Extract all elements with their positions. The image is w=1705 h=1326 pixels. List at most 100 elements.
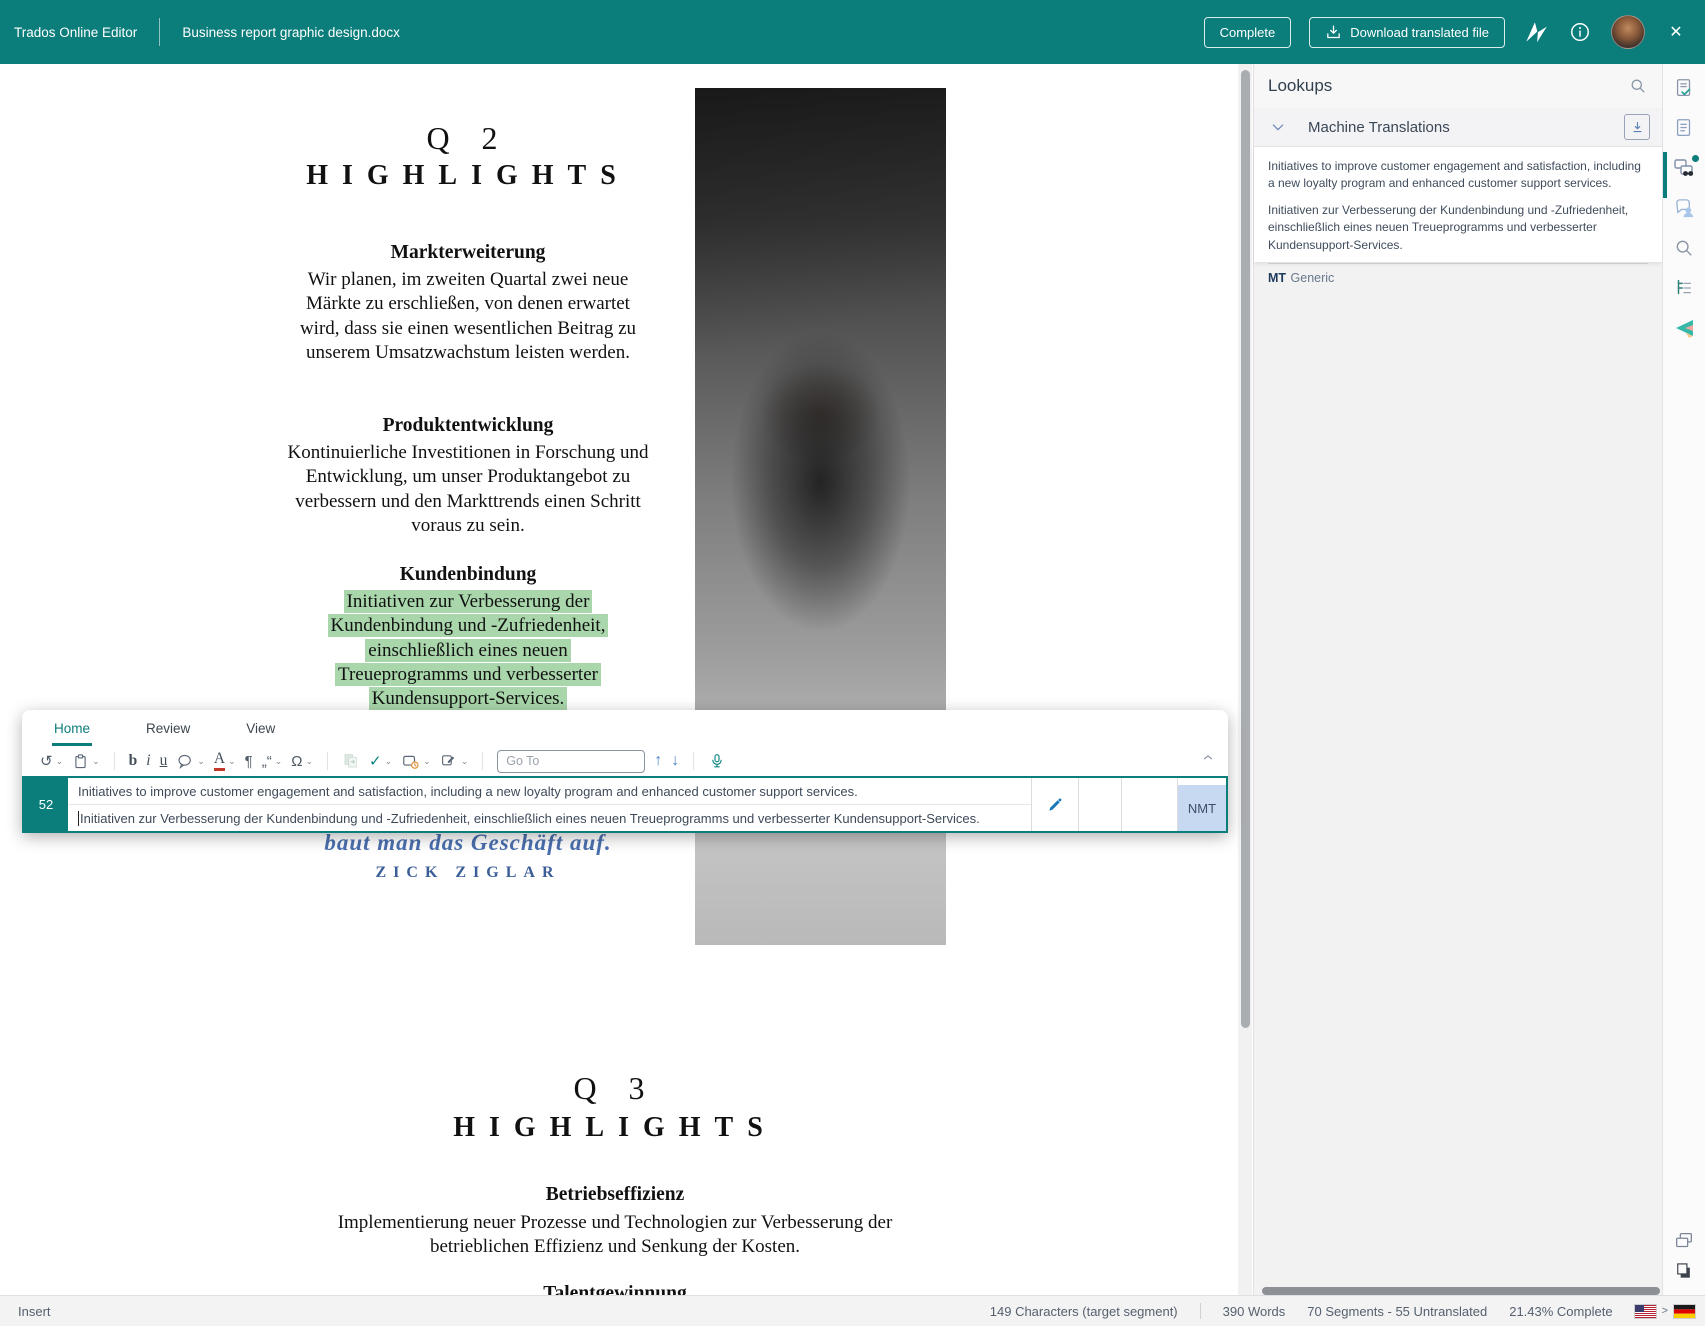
q2-section-3-heading: Kundenbindung bbox=[286, 564, 650, 586]
segment-status-dropdown-caret[interactable]: ⌄ bbox=[423, 757, 431, 766]
comment-button[interactable]: ⌄ bbox=[176, 752, 205, 770]
undo-button[interactable]: ↺ ⌄ bbox=[40, 754, 63, 769]
segment-origin-cell: NMT bbox=[1178, 778, 1226, 831]
lookups-machine-translation-icon[interactable] bbox=[1663, 148, 1705, 188]
segment-status-icon bbox=[401, 752, 420, 771]
special-character-button[interactable]: Ω ⌄ bbox=[291, 754, 313, 769]
notification-dot bbox=[1692, 155, 1699, 162]
character-count: 149 Characters (target segment) bbox=[990, 1304, 1178, 1319]
q2-title: HIGHLIGHTS bbox=[286, 160, 650, 192]
complete-button[interactable]: Complete bbox=[1204, 17, 1292, 48]
segment-editor-panel: Home Review View ↺ ⌄ ⌄ b i u ⌄ bbox=[22, 710, 1228, 833]
q3-title: HIGHLIGHTS bbox=[295, 1112, 935, 1144]
toolbar-separator bbox=[693, 752, 694, 770]
q3-section-1-heading: Betriebseffizienz bbox=[295, 1184, 935, 1206]
q2-section-2-body: Kontinuierliche Investitionen in Forschu… bbox=[286, 441, 650, 538]
underline-button[interactable]: u bbox=[160, 753, 168, 769]
segment-source-text[interactable]: Initiatives to improve customer engageme… bbox=[68, 778, 1031, 805]
tab-review[interactable]: Review bbox=[144, 713, 192, 746]
segment-status-button[interactable]: ⌄ bbox=[401, 752, 431, 771]
paste-dropdown-caret[interactable]: ⌄ bbox=[92, 757, 100, 766]
word-count: 390 Words bbox=[1223, 1304, 1286, 1319]
machine-translations-title: Machine Translations bbox=[1308, 119, 1624, 136]
tab-view[interactable]: View bbox=[244, 713, 277, 746]
document-scrollbar-thumb[interactable] bbox=[1241, 70, 1250, 1028]
special-quotes-button[interactable]: „“ ⌄ bbox=[262, 754, 283, 769]
q2-section-2-heading: Produktentwicklung bbox=[286, 415, 650, 437]
segment-comment-cell bbox=[1122, 778, 1178, 831]
right-icon-rail bbox=[1662, 64, 1705, 1295]
italic-button[interactable]: i bbox=[146, 753, 150, 769]
paste-button[interactable]: ⌄ bbox=[72, 753, 100, 770]
user-avatar[interactable] bbox=[1611, 15, 1645, 49]
copy-source-to-target-button[interactable] bbox=[342, 752, 360, 770]
confirm-segment-button[interactable]: ✓ ⌄ bbox=[369, 752, 392, 770]
special-character-dropdown-caret[interactable]: ⌄ bbox=[305, 757, 313, 766]
app-title: Trados Online Editor bbox=[14, 25, 137, 40]
advanced-search-icon[interactable] bbox=[1663, 228, 1705, 268]
text-color-button[interactable]: A ⌄ bbox=[214, 751, 236, 771]
q2-section-3-body: Initiativen zur Verbesserung der Kundenb… bbox=[286, 590, 650, 712]
whats-new-icon[interactable] bbox=[1523, 19, 1549, 45]
ribbon-tabs: Home Review View bbox=[22, 710, 1228, 746]
track-changes-button[interactable]: ⌄ bbox=[440, 752, 469, 770]
chevron-down-icon[interactable] bbox=[1270, 119, 1286, 135]
formatting-marks-button[interactable]: ¶ bbox=[245, 754, 253, 769]
lookups-title: Lookups bbox=[1268, 76, 1332, 96]
lookups-search-icon[interactable] bbox=[1628, 76, 1648, 96]
toolbar-separator bbox=[327, 752, 328, 770]
segment-origin-badge: NMT bbox=[1178, 785, 1226, 831]
target-language-flag-de bbox=[1674, 1305, 1695, 1318]
active-segment-highlight[interactable]: Initiativen zur Verbesserung der Kundenb… bbox=[328, 590, 609, 710]
mt-provider-abbr: MT bbox=[1268, 271, 1286, 285]
segment-status-cell bbox=[1079, 778, 1122, 831]
comment-dropdown-caret[interactable]: ⌄ bbox=[197, 757, 205, 766]
comments-icon[interactable] bbox=[1663, 188, 1705, 228]
collapse-toolbar-icon[interactable] bbox=[1200, 750, 1216, 764]
goto-input[interactable] bbox=[497, 750, 645, 773]
mt-result-card[interactable]: Initiatives to improve customer engageme… bbox=[1254, 147, 1662, 262]
quotes-dropdown-caret[interactable]: ⌄ bbox=[275, 757, 283, 766]
lookups-horizontal-scrollbar-thumb[interactable] bbox=[1262, 1287, 1660, 1295]
title-divider bbox=[159, 18, 160, 46]
trados-assistant-icon[interactable] bbox=[1663, 308, 1705, 348]
dictation-button[interactable] bbox=[708, 752, 726, 770]
status-bar: Insert 149 Characters (target segment) 3… bbox=[0, 1295, 1705, 1326]
previous-segment-button[interactable]: ↑ bbox=[654, 752, 662, 770]
segment-edit-status-cell[interactable] bbox=[1032, 778, 1079, 831]
tab-home[interactable]: Home bbox=[52, 713, 92, 746]
confirm-dropdown-caret[interactable]: ⌄ bbox=[385, 757, 393, 766]
segment-target-cell[interactable]: Initiativen zur Verbesserung der Kundenb… bbox=[68, 805, 1031, 831]
progress-label: 21.43% Complete bbox=[1509, 1304, 1612, 1319]
language-pair[interactable]: > bbox=[1635, 1305, 1695, 1318]
info-icon[interactable] bbox=[1567, 19, 1593, 45]
document-structure-icon[interactable] bbox=[1663, 268, 1705, 308]
machine-translations-section-header[interactable]: Machine Translations bbox=[1254, 108, 1662, 147]
mt-provider-name: Generic bbox=[1291, 271, 1335, 285]
comment-bubble-icon bbox=[176, 752, 194, 770]
track-changes-dropdown-caret[interactable]: ⌄ bbox=[461, 757, 469, 766]
segment-target-text: Initiativen zur Verbesserung der Kundenb… bbox=[80, 811, 980, 826]
segment-number: 52 bbox=[24, 778, 68, 831]
text-color-dropdown-caret[interactable]: ⌄ bbox=[228, 757, 236, 766]
bold-button[interactable]: b bbox=[129, 753, 138, 769]
mt-target-text: Initiativen zur Verbesserung der Kundenb… bbox=[1268, 202, 1648, 254]
file-details-icon[interactable] bbox=[1663, 108, 1705, 148]
statusbar-divider bbox=[1200, 1303, 1201, 1319]
copy-layout-icon[interactable] bbox=[1663, 1251, 1705, 1291]
toolbar-separator bbox=[114, 752, 115, 770]
next-segment-button[interactable]: ↓ bbox=[671, 752, 679, 770]
top-bar: Trados Online Editor Business report gra… bbox=[0, 0, 1705, 64]
q2-section-1-heading: Markterweiterung bbox=[286, 242, 650, 264]
close-icon[interactable]: ✕ bbox=[1663, 19, 1689, 45]
apply-translation-icon[interactable] bbox=[1624, 114, 1650, 140]
download-icon bbox=[1325, 24, 1342, 41]
language-direction-icon: > bbox=[1662, 1305, 1668, 1317]
lookups-panel: Lookups Machine Translations Initiatives… bbox=[1253, 64, 1662, 1295]
q3-section-1-body: Implementierung neuer Prozesse und Techn… bbox=[295, 1211, 935, 1260]
mt-card-divider bbox=[1268, 263, 1648, 264]
undo-dropdown-caret[interactable]: ⌄ bbox=[56, 757, 64, 766]
download-translated-file-button[interactable]: Download translated file bbox=[1309, 17, 1505, 48]
lookups-header: Lookups bbox=[1254, 64, 1662, 108]
preview-document-icon[interactable] bbox=[1663, 68, 1705, 108]
